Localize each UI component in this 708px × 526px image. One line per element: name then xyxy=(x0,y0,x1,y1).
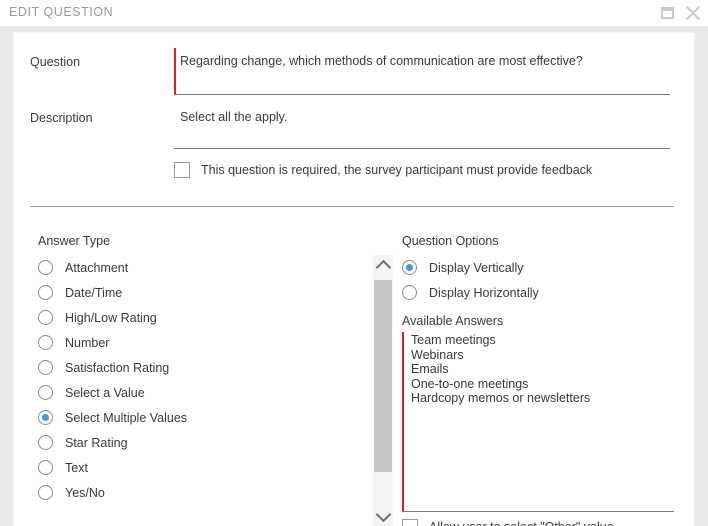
answer-type-option[interactable]: Star Rating xyxy=(38,430,368,455)
other-value-checkbox-row[interactable]: Allow user to select "Other" value xyxy=(402,519,614,526)
answer-type-label: Select a Value xyxy=(65,386,145,400)
answer-type-label: Yes/No xyxy=(65,486,105,500)
dialog-titlebar: EDIT QUESTION xyxy=(0,0,708,26)
answer-type-scrollbar[interactable] xyxy=(373,255,393,526)
question-options-label: Display Horizontally xyxy=(429,286,539,300)
dialog-body: Question Regarding change, which methods… xyxy=(14,33,694,526)
answer-type-label: Number xyxy=(65,336,109,350)
close-button[interactable] xyxy=(682,2,704,24)
answer-type-radio[interactable] xyxy=(38,335,53,350)
available-answers-field[interactable]: Team meetings Webinars Emails One-to-one… xyxy=(402,332,674,512)
description-label: Description xyxy=(30,111,93,125)
answer-type-title: Answer Type xyxy=(38,234,110,248)
restore-button[interactable] xyxy=(657,2,679,24)
question-options-option[interactable]: Display Vertically xyxy=(402,255,539,280)
question-required-bar xyxy=(174,48,176,94)
answer-type-radio[interactable] xyxy=(38,360,53,375)
answer-type-option[interactable]: Select a Value xyxy=(38,380,368,405)
answer-type-radio[interactable] xyxy=(38,260,53,275)
available-answers-required-bar xyxy=(402,332,404,512)
required-checkbox[interactable] xyxy=(174,162,190,178)
available-answers-title: Available Answers xyxy=(402,314,503,328)
available-answers-input[interactable]: Team meetings Webinars Emails One-to-one… xyxy=(411,333,669,503)
other-value-checkbox[interactable] xyxy=(402,519,418,526)
chevron-down-icon xyxy=(376,507,392,523)
section-divider xyxy=(30,206,674,207)
answer-type-option[interactable]: Number xyxy=(38,330,368,355)
question-input[interactable]: Regarding change, which methods of commu… xyxy=(180,54,583,68)
answer-type-option[interactable]: High/Low Rating xyxy=(38,305,368,330)
answer-type-radio[interactable] xyxy=(38,410,53,425)
answer-type-radio[interactable] xyxy=(38,460,53,475)
answer-type-label: Text xyxy=(65,461,88,475)
answer-type-radio[interactable] xyxy=(38,435,53,450)
required-checkbox-row[interactable]: This question is required, the survey pa… xyxy=(174,162,592,178)
answer-type-radio[interactable] xyxy=(38,310,53,325)
question-options-title: Question Options xyxy=(402,234,499,248)
answer-type-option[interactable]: Date/Time xyxy=(38,280,368,305)
chevron-up-icon xyxy=(376,260,392,276)
question-options-radio[interactable] xyxy=(402,285,417,300)
scroll-up-button[interactable] xyxy=(373,255,393,277)
question-options-list[interactable]: Display Vertically Display Horizontally xyxy=(402,255,539,305)
answer-type-radio[interactable] xyxy=(38,485,53,500)
answer-type-label: High/Low Rating xyxy=(65,311,157,325)
question-options-option[interactable]: Display Horizontally xyxy=(402,280,539,305)
description-input[interactable]: Select all the apply. xyxy=(180,110,287,124)
restore-icon xyxy=(661,7,674,19)
answer-type-option[interactable]: Text xyxy=(38,455,368,480)
scroll-down-button[interactable] xyxy=(373,504,393,526)
close-icon xyxy=(682,2,704,24)
answer-type-option[interactable]: Attachment xyxy=(38,255,368,280)
answer-type-option[interactable]: Yes/No xyxy=(38,480,368,505)
answer-type-label: Attachment xyxy=(65,261,128,275)
question-underline xyxy=(174,94,670,95)
other-value-checkbox-label: Allow user to select "Other" value xyxy=(429,520,614,526)
dialog-title: EDIT QUESTION xyxy=(9,5,113,19)
scrollbar-thumb[interactable] xyxy=(374,280,392,472)
edit-question-dialog: EDIT QUESTION Question Regarding change,… xyxy=(0,0,708,526)
answer-type-radio[interactable] xyxy=(38,285,53,300)
question-options-radio[interactable] xyxy=(402,260,417,275)
question-options-label: Display Vertically xyxy=(429,261,523,275)
answer-type-radio[interactable] xyxy=(38,385,53,400)
answer-type-option[interactable]: Satisfaction Rating xyxy=(38,355,368,380)
available-answers-underline xyxy=(402,511,674,512)
question-label: Question xyxy=(30,55,80,69)
answer-type-list[interactable]: Attachment Date/Time High/Low Rating Number… xyxy=(38,255,368,526)
required-checkbox-label: This question is required, the survey pa… xyxy=(201,163,592,177)
answer-type-label: Star Rating xyxy=(65,436,128,450)
answer-type-label: Date/Time xyxy=(65,286,122,300)
answer-type-label: Select Multiple Values xyxy=(65,411,187,425)
answer-type-option[interactable]: Select Multiple Values xyxy=(38,405,368,430)
answer-type-label: Satisfaction Rating xyxy=(65,361,169,375)
description-underline xyxy=(174,148,670,149)
